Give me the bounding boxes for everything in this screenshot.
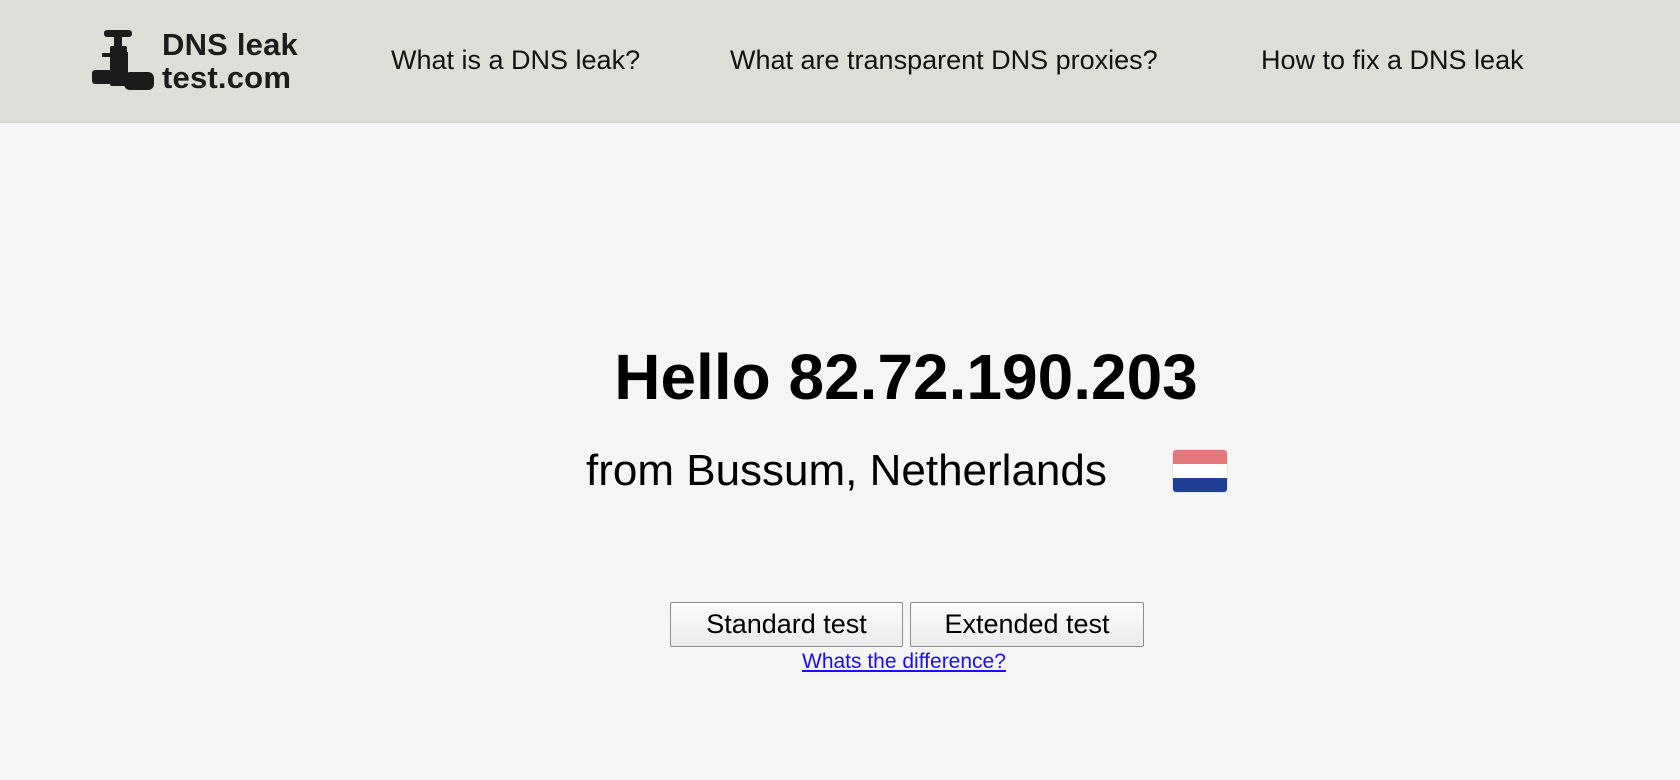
greeting-heading: Hello 82.72.190.203	[0, 342, 1680, 412]
standard-test-button[interactable]: Standard test	[670, 602, 903, 647]
location-line: from Bussum, Netherlands	[586, 446, 1227, 496]
flag-stripe-red	[1173, 450, 1227, 464]
flag-stripe-blue	[1173, 478, 1227, 492]
flag-stripe-white	[1173, 464, 1227, 478]
difference-link[interactable]: Whats the difference?	[802, 649, 1006, 675]
extended-test-button[interactable]: Extended test	[910, 602, 1144, 647]
netherlands-flag-icon	[1173, 450, 1227, 492]
logo-text: DNS leak test.com	[162, 28, 298, 94]
location-text: from Bussum, Netherlands	[586, 446, 1107, 495]
site-header: DNS leak test.com What is a DNS leak? Wh…	[0, 0, 1680, 123]
nav-link-what-is-dns-leak[interactable]: What is a DNS leak?	[391, 44, 640, 76]
site-logo[interactable]: DNS leak test.com	[90, 24, 330, 100]
nav-link-fix-dns-leak[interactable]: How to fix a DNS leak	[1261, 44, 1524, 76]
logo-line-2: test.com	[162, 60, 292, 95]
greeting-text: Hello 82.72.190.203	[614, 341, 1198, 413]
nav-link-transparent-dns-proxies[interactable]: What are transparent DNS proxies?	[730, 44, 1158, 76]
faucet-icon	[92, 30, 154, 90]
logo-line-1: DNS leak	[162, 27, 298, 62]
